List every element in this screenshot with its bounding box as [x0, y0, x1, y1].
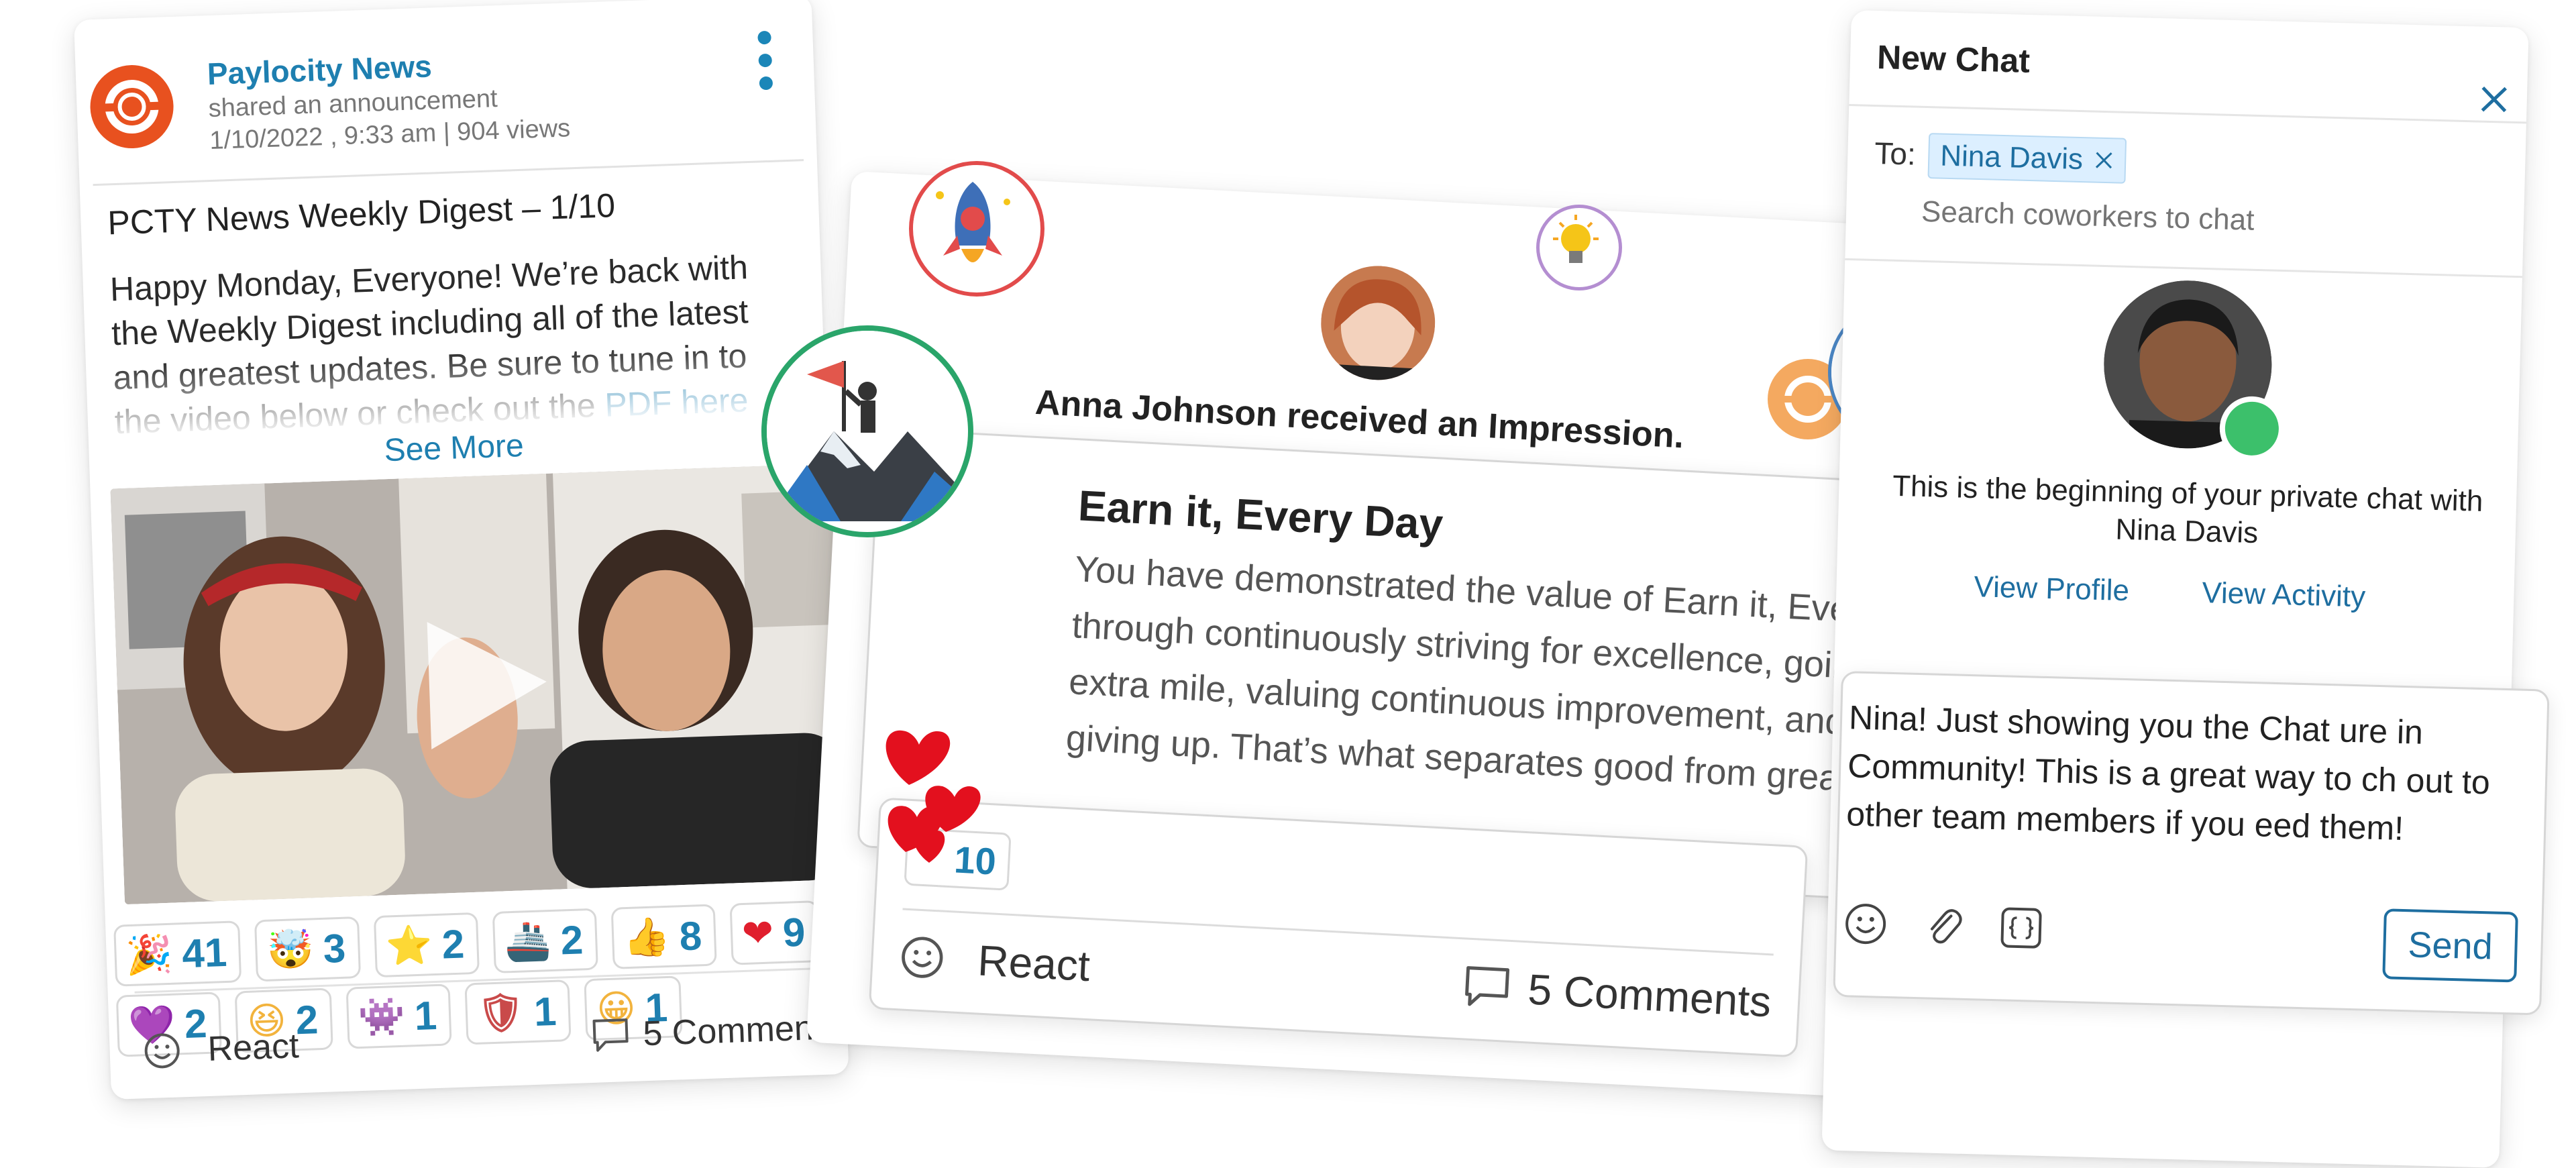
emoji-icon[interactable]	[1843, 901, 1888, 947]
star-icon: ⭐	[384, 923, 433, 969]
react-button[interactable]: React	[207, 1026, 300, 1069]
more-options-icon[interactable]	[755, 30, 777, 100]
reaction-star[interactable]: ⭐ 2	[373, 912, 480, 978]
reaction-count: 3	[322, 925, 347, 971]
recipient-name: Nina Davis	[1939, 139, 2084, 176]
post-author[interactable]: Paylocity News	[207, 48, 433, 92]
chat-title: New Chat	[1876, 38, 2031, 80]
pdf-link[interactable]: PDF here	[604, 381, 749, 423]
impression-card: Anna Johnson received an Impression. Ear…	[806, 171, 2008, 1097]
lightbulb-badge-icon	[1536, 205, 1622, 290]
reaction-count: 41	[181, 929, 228, 976]
reaction-party-popper[interactable]: 🎉 41	[113, 920, 242, 987]
rocket-badge-icon	[909, 161, 1044, 297]
reaction-hearts[interactable]: ❤ 9	[729, 900, 820, 965]
mind-blown-icon: 🤯	[266, 927, 315, 973]
reaction-ship[interactable]: 🚢 2	[492, 908, 598, 973]
send-button[interactable]: Send	[2382, 908, 2518, 983]
ship-icon: 🚢	[503, 919, 552, 965]
search-coworkers-input[interactable]	[1919, 194, 2500, 245]
code-block-icon[interactable]	[1998, 905, 2044, 951]
comment-icon[interactable]	[592, 1017, 631, 1053]
message-composer: Nina! Just showing you the Chat ure in C…	[1833, 671, 2550, 1016]
video-thumbnail[interactable]	[110, 463, 849, 905]
react-button[interactable]: React	[977, 935, 1091, 991]
post-body: Happy Monday, Everyone! We’re back with …	[109, 244, 786, 441]
attachment-icon[interactable]	[1921, 903, 1966, 949]
hearts-icon: ❤	[741, 910, 775, 956]
divider	[1845, 258, 2522, 278]
smile-icon[interactable]	[899, 934, 945, 980]
impression-actions: React 5 Comments	[899, 931, 1772, 1026]
thumbs-up-icon: 👍	[622, 914, 671, 961]
view-profile-link[interactable]: View Profile	[1974, 570, 2130, 608]
play-icon[interactable]	[420, 615, 552, 753]
divider	[1849, 103, 2526, 124]
smile-icon[interactable]	[143, 1031, 182, 1070]
post-title: PCTY News Weekly Digest – 1/10	[107, 187, 616, 242]
view-activity-link[interactable]: View Activity	[2202, 576, 2366, 614]
mountain-flag-badge-icon	[761, 325, 973, 537]
reaction-mind-blown[interactable]: 🤯 3	[254, 916, 361, 982]
reactions-row-1: 🎉 41 🤯 3 ⭐ 2 🚢 2 👍 8 ❤ 9	[113, 900, 820, 987]
reaction-count: 2	[441, 921, 466, 967]
divider	[93, 159, 804, 187]
recipient-chip[interactable]: Nina Davis	[1927, 133, 2127, 184]
reaction-count: 2	[559, 916, 584, 963]
reaction-count: 9	[782, 909, 806, 955]
see-more-link[interactable]: See More	[384, 427, 525, 469]
party-popper-icon: 🎉	[125, 932, 174, 978]
avatar[interactable]	[1318, 263, 1438, 383]
message-input[interactable]: Nina! Just showing you the Chat ure in C…	[1845, 693, 2520, 855]
comments-link[interactable]: 5 Comments	[1527, 964, 1772, 1026]
impression-title: Earn it, Every Day	[1077, 481, 1444, 549]
heart-icon	[914, 830, 945, 863]
chat-intro-text: This is the beginning of your private ch…	[1892, 469, 2484, 550]
reaction-count: 8	[678, 912, 703, 959]
paylocity-logo	[89, 63, 175, 150]
comment-icon[interactable]	[1462, 964, 1511, 1010]
close-icon[interactable]	[2478, 84, 2510, 115]
reaction-thumbs-up[interactable]: 👍 8	[610, 904, 717, 969]
news-post-card: Paylocity News shared an announcement 1/…	[74, 0, 849, 1100]
online-status-icon	[2218, 395, 2286, 462]
to-label: To:	[1874, 135, 1917, 172]
remove-recipient-icon[interactable]	[2094, 150, 2114, 171]
composer-toolbar	[1843, 901, 2044, 951]
